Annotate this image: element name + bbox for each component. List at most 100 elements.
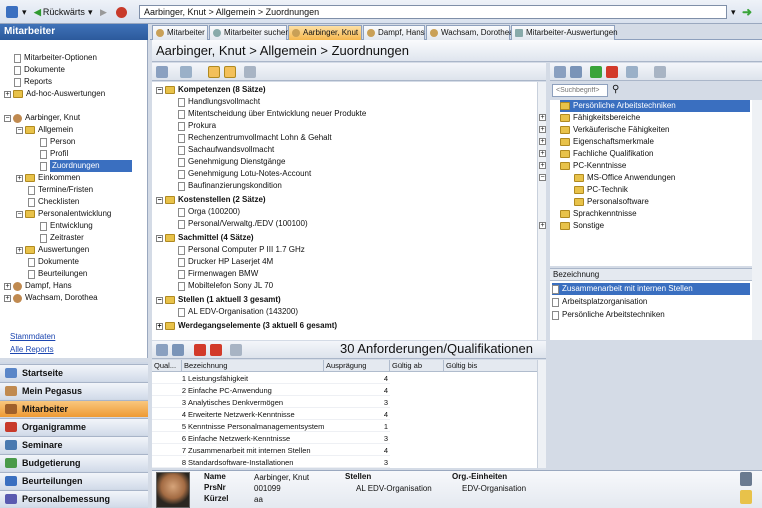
tree-group-werdegang[interactable]: + Werdegangselemente (3 aktuell 6 gesamt) bbox=[156, 320, 337, 332]
expand-icon[interactable]: + bbox=[539, 150, 546, 157]
list-item[interactable]: Arbeitsplatzorganisation bbox=[552, 296, 647, 308]
tree-item-wachsam[interactable]: + Wachsam, Dorothea bbox=[4, 292, 98, 304]
catalog-item[interactable]: Fachliche Qualifikation bbox=[560, 148, 653, 160]
nav-personalbemessung[interactable]: Personalbemessung bbox=[0, 490, 148, 507]
dropdown-arrow-icon[interactable]: ▾ bbox=[22, 4, 27, 20]
table-cell-bezeichnung[interactable]: Erweiterte Netzwerk-Kenntnisse bbox=[188, 409, 324, 420]
expand-icon[interactable]: + bbox=[4, 90, 11, 98]
table-cell-bezeichnung[interactable]: Zusammenarbeit mit internen Stellen bbox=[188, 445, 324, 456]
table-cell-bezeichnung[interactable]: Leistungsfähigkeit bbox=[188, 373, 324, 384]
columns-icon[interactable] bbox=[626, 66, 638, 78]
expand-icon[interactable]: + bbox=[539, 126, 546, 133]
tree-item[interactable]: Genehmigung Lotu-Notes-Account bbox=[178, 168, 311, 180]
print-icon[interactable] bbox=[654, 66, 666, 78]
tree-item[interactable]: Personal Computer P III 1.7 GHz bbox=[178, 244, 305, 256]
tree-item[interactable]: Drucker HP Laserjet 4M bbox=[178, 256, 273, 268]
table-view-icon[interactable] bbox=[156, 344, 168, 356]
add-icon[interactable] bbox=[590, 66, 602, 78]
collapse-icon[interactable]: − bbox=[156, 196, 163, 204]
collapse-icon[interactable]: − bbox=[16, 126, 23, 134]
nav-startseite[interactable]: Startseite bbox=[0, 364, 148, 381]
tab-dampf[interactable]: Dampf, Hans bbox=[363, 25, 425, 40]
expand-icon[interactable]: + bbox=[156, 322, 163, 330]
expand-icon[interactable]: + bbox=[16, 174, 23, 182]
tree-item[interactable]: Baufinanzierungskondition bbox=[178, 180, 282, 192]
expand-icon[interactable]: + bbox=[4, 282, 11, 290]
nav-budgetierung[interactable]: Budgetierung bbox=[0, 454, 148, 471]
expand-all-icon[interactable] bbox=[208, 66, 220, 78]
catalog-scrollbar[interactable] bbox=[752, 100, 762, 340]
address-dropdown-icon[interactable]: ▾ bbox=[731, 4, 736, 20]
link-alle-reports[interactable]: Alle Reports bbox=[10, 345, 54, 354]
expand-icon[interactable]: + bbox=[539, 114, 546, 121]
forward-button[interactable]: ▶ bbox=[100, 4, 107, 20]
back-button[interactable]: ◀ Rückwärts ▾ bbox=[34, 4, 92, 20]
tree-item-mitarbeiter-optionen[interactable]: Mitarbeiter-Optionen bbox=[14, 52, 97, 64]
columns-icon[interactable] bbox=[180, 66, 192, 78]
catalog-item[interactable]: Sonstige bbox=[560, 220, 604, 232]
table-cell-auspraegung[interactable]: 4 bbox=[324, 445, 390, 456]
database-icon[interactable] bbox=[740, 490, 752, 504]
nav-organigramme[interactable]: Organigramme bbox=[0, 418, 148, 435]
list-item[interactable]: Persönliche Arbeitstechniken bbox=[552, 309, 665, 321]
tree-item[interactable]: Sachaufwandsvollmacht bbox=[178, 144, 274, 156]
nav-mitarbeiter[interactable]: Mitarbeiter bbox=[0, 400, 148, 417]
refresh-icon[interactable] bbox=[116, 4, 127, 20]
catalog-icon[interactable] bbox=[554, 66, 566, 78]
column-header-bezeichnung[interactable]: Bezeichnung bbox=[182, 360, 324, 372]
tree-item-aarbinger[interactable]: − Aarbinger, Knut bbox=[4, 112, 80, 124]
tab-mitarbeiter-auswertungen[interactable]: Mitarbeiter-Auswertungen bbox=[511, 25, 618, 40]
tree-group-kostenstellen[interactable]: − Kostenstellen (2 Sätze) bbox=[156, 194, 266, 206]
print-icon[interactable] bbox=[230, 344, 242, 356]
catalog-item[interactable]: Fähigkeitsbereiche bbox=[560, 112, 640, 124]
table-cell-auspraegung[interactable]: 4 bbox=[324, 373, 390, 384]
expand-icon[interactable]: + bbox=[539, 222, 546, 229]
tree-item[interactable]: Prokura bbox=[178, 120, 216, 132]
tree-item-einkommen[interactable]: + Einkommen bbox=[16, 172, 80, 184]
tree-item-allgemein[interactable]: − Allgemein bbox=[16, 124, 73, 136]
expand-icon[interactable]: + bbox=[539, 162, 546, 169]
collapse-icon[interactable]: − bbox=[156, 86, 163, 94]
search-icon[interactable]: ⚲ bbox=[612, 84, 619, 95]
tree-item-dokumente-2[interactable]: Dokumente bbox=[28, 256, 79, 268]
print-icon[interactable] bbox=[244, 66, 256, 78]
remove-icon[interactable] bbox=[606, 66, 618, 78]
tree-item-entwicklung[interactable]: Entwicklung bbox=[40, 220, 93, 232]
lock-icon[interactable] bbox=[740, 472, 752, 486]
table-cell-auspraegung[interactable]: 1 bbox=[324, 421, 390, 432]
tree-item[interactable]: Handlungsvollmacht bbox=[178, 96, 260, 108]
tree-item[interactable]: Firmenwagen BMW bbox=[178, 268, 258, 280]
collapse-icon[interactable]: − bbox=[16, 210, 23, 218]
home-icon[interactable] bbox=[6, 4, 18, 20]
table-cell-bezeichnung[interactable]: Analytisches Denkvermögen bbox=[188, 397, 324, 408]
column-header-qual[interactable]: Qual... bbox=[152, 360, 182, 372]
refresh-icon[interactable] bbox=[570, 66, 582, 78]
tree-item-personalentwicklung[interactable]: − Personalentwicklung bbox=[16, 208, 111, 220]
table-cell-bezeichnung[interactable]: Einfache PC-Anwendung bbox=[188, 385, 324, 396]
catalog-item[interactable]: Sprachkenntnisse bbox=[560, 208, 637, 220]
tree-item-adhoc[interactable]: + Ad-hoc-Auswertungen bbox=[4, 88, 105, 100]
tree-group-sachmittel[interactable]: − Sachmittel (4 Sätze) bbox=[156, 232, 254, 244]
table-cell-bezeichnung[interactable]: Kenntnisse Personalmanagementsystem bbox=[188, 421, 324, 432]
tab-wachsam[interactable]: Wachsam, Dorothea bbox=[426, 25, 514, 40]
tree-item-zuordnungen[interactable]: Zuordnungen bbox=[40, 160, 132, 172]
catalog-item[interactable]: Eigenschaftsmerkmale bbox=[560, 136, 654, 148]
tree-item-beurteilungen[interactable]: Beurteilungen bbox=[28, 268, 87, 280]
tree-item[interactable]: Mobiltelefon Sony JL 70 bbox=[178, 280, 273, 292]
expand-icon[interactable]: + bbox=[16, 246, 23, 254]
tree-item[interactable]: Rechenzentrumvollmacht Lohn & Gehalt bbox=[178, 132, 332, 144]
tree-group-stellen[interactable]: − Stellen (1 aktuell 3 gesamt) bbox=[156, 294, 281, 306]
collapse-icon[interactable]: − bbox=[4, 114, 11, 122]
expand-icon[interactable]: + bbox=[539, 138, 546, 145]
nav-beurteilungen[interactable]: Beurteilungen bbox=[0, 472, 148, 489]
catalog-item[interactable]: MS-Office Anwendungen bbox=[574, 172, 675, 184]
list-header-bezeichnung[interactable]: Bezeichnung bbox=[550, 269, 752, 281]
expand-icon[interactable]: + bbox=[4, 294, 11, 302]
table-cell-auspraegung[interactable]: 4 bbox=[324, 385, 390, 396]
nav-mein-pegasus[interactable]: Mein Pegasus bbox=[0, 382, 148, 399]
go-arrow-icon[interactable]: ➜ bbox=[742, 4, 752, 20]
catalog-item[interactable]: Personalsoftware bbox=[574, 196, 649, 208]
catalog-item[interactable]: Verkäuferische Fähigkeiten bbox=[560, 124, 670, 136]
tree-item-auswertungen[interactable]: + Auswertungen bbox=[16, 244, 89, 256]
column-header-gueltig-bis[interactable]: Gültig bis bbox=[444, 360, 538, 372]
